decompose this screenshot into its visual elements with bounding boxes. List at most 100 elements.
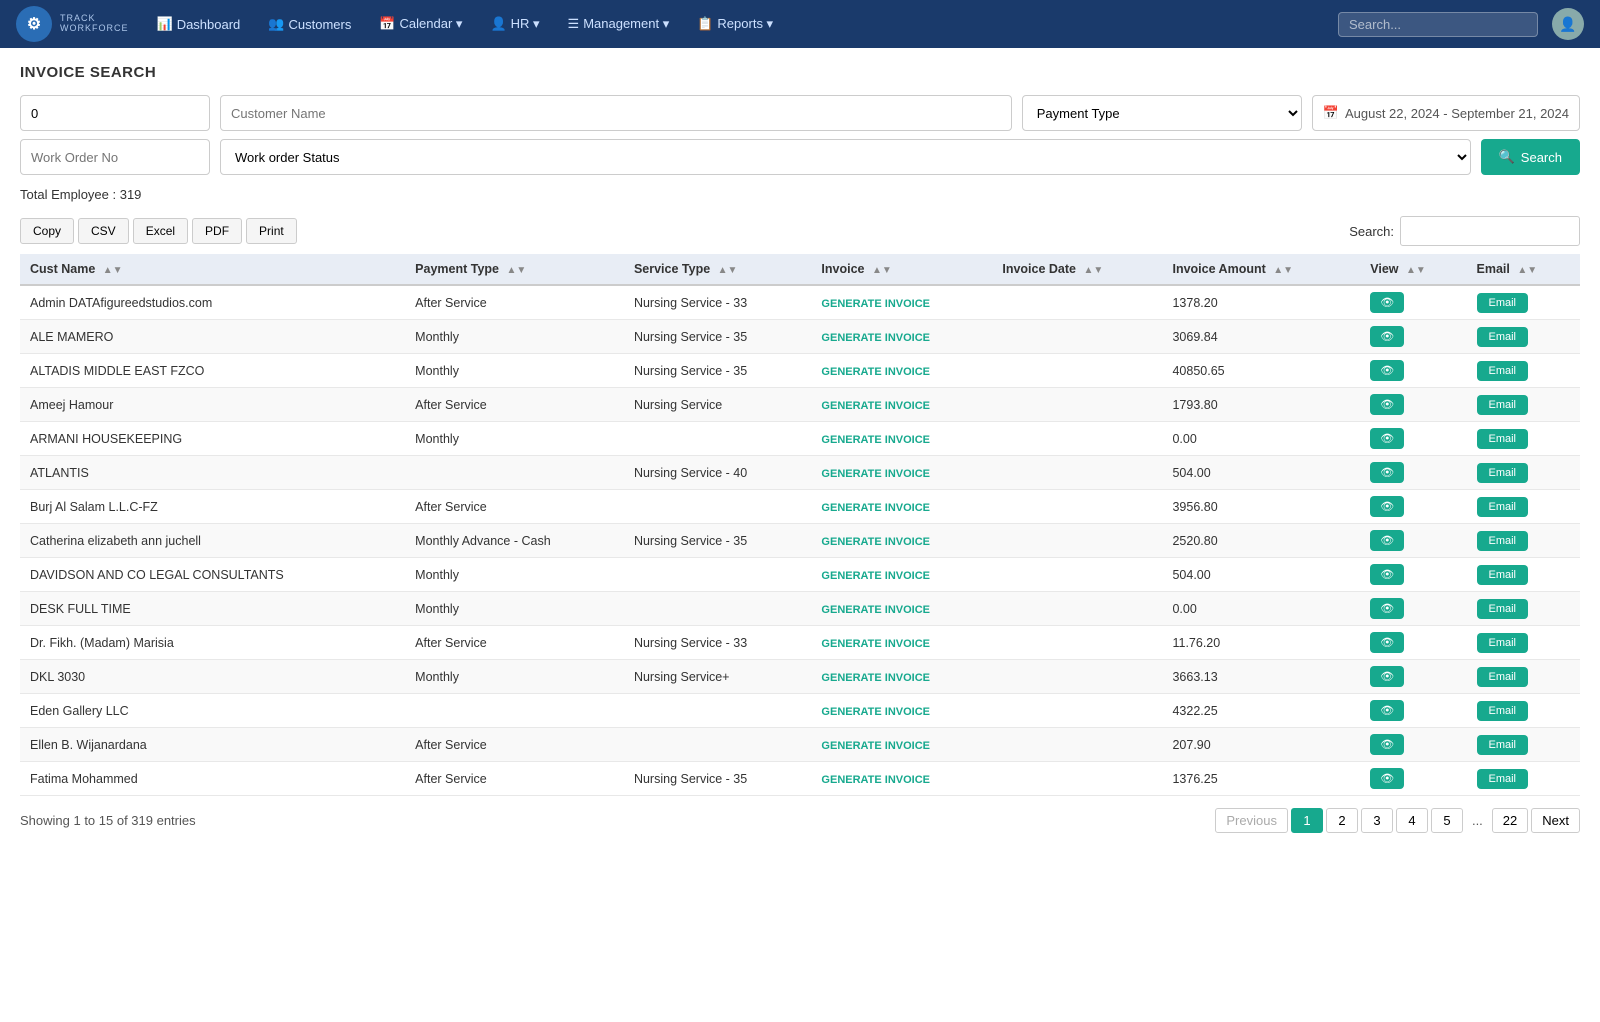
col-service-type[interactable]: Service Type ▲▼ xyxy=(624,254,811,285)
view-button[interactable]: 👁 xyxy=(1370,700,1404,721)
cell-email[interactable]: Email xyxy=(1467,694,1581,728)
email-button[interactable]: Email xyxy=(1477,599,1529,619)
cell-invoice[interactable]: GENERATE INVOICE xyxy=(811,626,992,660)
view-button[interactable]: 👁 xyxy=(1370,496,1404,517)
view-button[interactable]: 👁 xyxy=(1370,666,1404,687)
nav-dashboard[interactable]: 📊 Dashboard xyxy=(145,0,253,48)
email-button[interactable]: Email xyxy=(1477,395,1529,415)
cell-invoice[interactable]: GENERATE INVOICE xyxy=(811,694,992,728)
cell-view[interactable]: 👁 xyxy=(1360,285,1466,320)
cell-invoice[interactable]: GENERATE INVOICE xyxy=(811,388,992,422)
view-button[interactable]: 👁 xyxy=(1370,598,1404,619)
cell-email[interactable]: Email xyxy=(1467,626,1581,660)
cell-email[interactable]: Email xyxy=(1467,320,1581,354)
cell-email[interactable]: Email xyxy=(1467,388,1581,422)
email-button[interactable]: Email xyxy=(1477,701,1529,721)
cell-view[interactable]: 👁 xyxy=(1360,320,1466,354)
cell-email[interactable]: Email xyxy=(1467,558,1581,592)
cell-invoice[interactable]: GENERATE INVOICE xyxy=(811,728,992,762)
email-button[interactable]: Email xyxy=(1477,361,1529,381)
nav-calendar[interactable]: 📅 Calendar ▾ xyxy=(367,0,474,48)
search-button[interactable]: 🔍 Search xyxy=(1481,139,1580,175)
work-order-status-select[interactable]: Work order Status Active Inactive xyxy=(220,139,1471,175)
view-button[interactable]: 👁 xyxy=(1370,428,1404,449)
payment-type-select[interactable]: Payment Type After Service Monthly Month… xyxy=(1022,95,1302,131)
cell-email[interactable]: Email xyxy=(1467,490,1581,524)
pagination-next[interactable]: Next xyxy=(1531,808,1580,833)
csv-button[interactable]: CSV xyxy=(78,218,129,244)
cell-invoice[interactable]: GENERATE INVOICE xyxy=(811,592,992,626)
nav-hr[interactable]: 👤 HR ▾ xyxy=(478,0,551,48)
cell-email[interactable]: Email xyxy=(1467,524,1581,558)
view-button[interactable]: 👁 xyxy=(1370,326,1404,347)
col-invoice-date[interactable]: Invoice Date ▲▼ xyxy=(992,254,1162,285)
cell-email[interactable]: Email xyxy=(1467,762,1581,796)
view-button[interactable]: 👁 xyxy=(1370,394,1404,415)
cell-view[interactable]: 👁 xyxy=(1360,592,1466,626)
cell-email[interactable]: Email xyxy=(1467,354,1581,388)
email-button[interactable]: Email xyxy=(1477,497,1529,517)
pdf-button[interactable]: PDF xyxy=(192,218,242,244)
cell-view[interactable]: 👁 xyxy=(1360,524,1466,558)
email-button[interactable]: Email xyxy=(1477,667,1529,687)
brand[interactable]: ⚙ TRACK WORKFORCE xyxy=(16,6,129,42)
view-button[interactable]: 👁 xyxy=(1370,632,1404,653)
col-view[interactable]: View ▲▼ xyxy=(1360,254,1466,285)
cell-email[interactable]: Email xyxy=(1467,456,1581,490)
view-button[interactable]: 👁 xyxy=(1370,768,1404,789)
view-button[interactable]: 👁 xyxy=(1370,360,1404,381)
cell-view[interactable]: 👁 xyxy=(1360,388,1466,422)
cell-invoice[interactable]: GENERATE INVOICE xyxy=(811,285,992,320)
cell-email[interactable]: Email xyxy=(1467,592,1581,626)
col-payment-type[interactable]: Payment Type ▲▼ xyxy=(405,254,624,285)
view-button[interactable]: 👁 xyxy=(1370,564,1404,585)
pagination-page-3[interactable]: 3 xyxy=(1361,808,1393,833)
email-button[interactable]: Email xyxy=(1477,463,1529,483)
pagination-page-2[interactable]: 2 xyxy=(1326,808,1358,833)
pagination-page-1[interactable]: 1 xyxy=(1291,808,1323,833)
cell-email[interactable]: Email xyxy=(1467,660,1581,694)
cell-invoice[interactable]: GENERATE INVOICE xyxy=(811,456,992,490)
cell-view[interactable]: 👁 xyxy=(1360,762,1466,796)
email-button[interactable]: Email xyxy=(1477,327,1529,347)
cell-invoice[interactable]: GENERATE INVOICE xyxy=(811,558,992,592)
email-button[interactable]: Email xyxy=(1477,633,1529,653)
pagination-page-5[interactable]: 5 xyxy=(1431,808,1463,833)
cell-invoice[interactable]: GENERATE INVOICE xyxy=(811,762,992,796)
cell-email[interactable]: Email xyxy=(1467,728,1581,762)
user-avatar[interactable]: 👤 xyxy=(1552,8,1584,40)
col-cust-name[interactable]: Cust Name ▲▼ xyxy=(20,254,405,285)
cell-invoice[interactable]: GENERATE INVOICE xyxy=(811,524,992,558)
pagination-last-page[interactable]: 22 xyxy=(1492,808,1528,833)
email-button[interactable]: Email xyxy=(1477,769,1529,789)
customer-name-input[interactable] xyxy=(220,95,1012,131)
cell-view[interactable]: 👁 xyxy=(1360,354,1466,388)
pagination-page-4[interactable]: 4 xyxy=(1396,808,1428,833)
table-search-input[interactable] xyxy=(1400,216,1580,246)
view-button[interactable]: 👁 xyxy=(1370,530,1404,551)
cell-view[interactable]: 👁 xyxy=(1360,558,1466,592)
invoice-number-input[interactable] xyxy=(20,95,210,131)
email-button[interactable]: Email xyxy=(1477,531,1529,551)
nav-customers[interactable]: 👥 Customers xyxy=(256,0,363,48)
work-order-no-input[interactable] xyxy=(20,139,210,175)
cell-view[interactable]: 👁 xyxy=(1360,422,1466,456)
email-button[interactable]: Email xyxy=(1477,565,1529,585)
copy-button[interactable]: Copy xyxy=(20,218,74,244)
view-button[interactable]: 👁 xyxy=(1370,462,1404,483)
col-invoice-amount[interactable]: Invoice Amount ▲▼ xyxy=(1162,254,1360,285)
view-button[interactable]: 👁 xyxy=(1370,734,1404,755)
view-button[interactable]: 👁 xyxy=(1370,292,1404,313)
nav-management[interactable]: ☰ Management ▾ xyxy=(556,0,682,48)
col-invoice[interactable]: Invoice ▲▼ xyxy=(811,254,992,285)
col-email[interactable]: Email ▲▼ xyxy=(1467,254,1581,285)
global-search-input[interactable] xyxy=(1338,12,1538,37)
cell-view[interactable]: 👁 xyxy=(1360,728,1466,762)
cell-view[interactable]: 👁 xyxy=(1360,456,1466,490)
cell-view[interactable]: 👁 xyxy=(1360,660,1466,694)
cell-view[interactable]: 👁 xyxy=(1360,626,1466,660)
cell-email[interactable]: Email xyxy=(1467,285,1581,320)
cell-invoice[interactable]: GENERATE INVOICE xyxy=(811,320,992,354)
email-button[interactable]: Email xyxy=(1477,429,1529,449)
email-button[interactable]: Email xyxy=(1477,735,1529,755)
